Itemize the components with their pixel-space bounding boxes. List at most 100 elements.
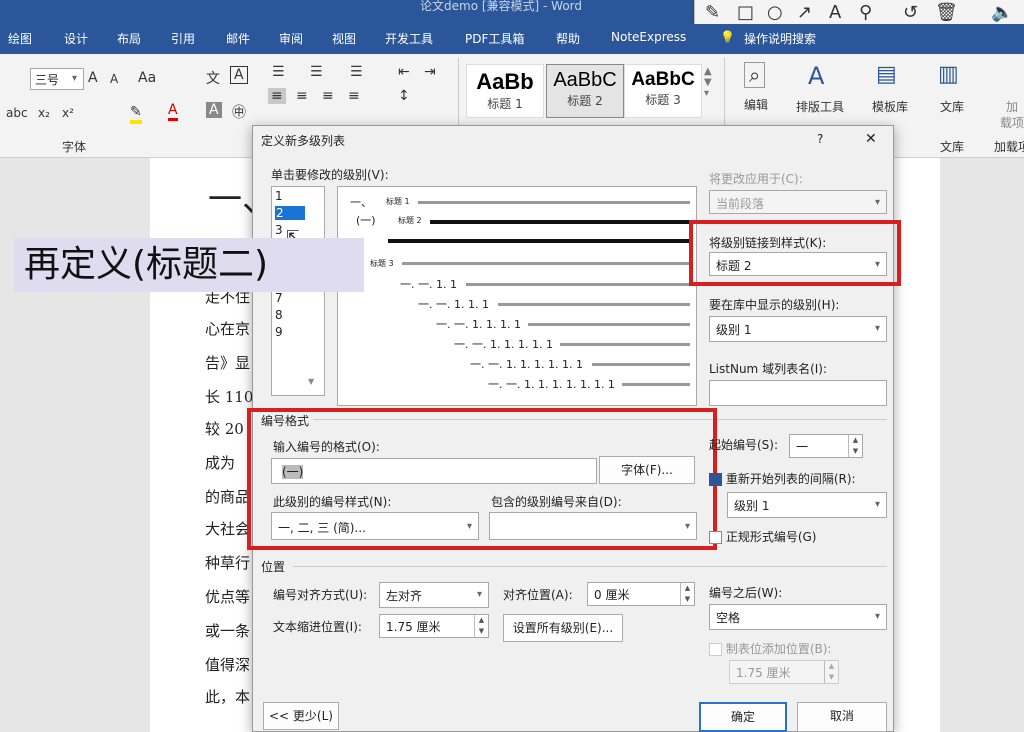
font-color-icon[interactable]: A bbox=[168, 102, 178, 121]
preview-row: 一. 一. 1. 1. 1. 1. 1 bbox=[454, 338, 553, 351]
strikethrough-icon[interactable]: abc bbox=[6, 106, 28, 120]
tab-references[interactable]: 引用 bbox=[171, 30, 195, 47]
search-icon[interactable]: ⌕ bbox=[744, 62, 766, 88]
align-center-icon[interactable]: ≡ bbox=[296, 88, 308, 104]
tab-design[interactable]: 设计 bbox=[64, 30, 88, 47]
align-at-spinner[interactable]: 0 厘米 ▲ ▼ bbox=[587, 582, 695, 606]
spinner-arrows-icon[interactable]: ▲ ▼ bbox=[680, 583, 694, 605]
restart-level-select[interactable]: 级别 1 ▾ bbox=[727, 492, 887, 518]
level-item[interactable]: 9 bbox=[275, 325, 283, 339]
level-item-selected[interactable]: 2 bbox=[275, 206, 305, 220]
tab-draw[interactable]: 绘图 bbox=[8, 30, 32, 47]
library-button[interactable]: 文库 bbox=[940, 98, 964, 115]
layout-tool-icon[interactable]: A bbox=[808, 62, 824, 90]
tab-layout[interactable]: 布局 bbox=[117, 30, 141, 47]
edit-button[interactable]: 编辑 bbox=[744, 96, 768, 113]
tab-review[interactable]: 审阅 bbox=[279, 30, 303, 47]
indent-spinner[interactable]: 1.75 厘米 ▲ ▼ bbox=[379, 614, 489, 638]
style-scroll-icon[interactable]: ▲ ▼ ▾ bbox=[704, 66, 712, 99]
superscript-icon[interactable]: x² bbox=[62, 106, 74, 120]
help-icon[interactable]: ? bbox=[817, 132, 823, 146]
undo-icon[interactable]: ↺ bbox=[903, 2, 918, 23]
listnum-field[interactable] bbox=[709, 380, 887, 406]
rectangle-icon[interactable]: □ bbox=[737, 2, 754, 23]
text-icon[interactable]: A bbox=[829, 2, 841, 23]
doc-line: 的商品 bbox=[205, 488, 251, 506]
doc-line: 心在京 bbox=[205, 320, 251, 338]
less-button[interactable]: << 更少(L) bbox=[263, 702, 339, 730]
grow-font-icon[interactable]: A bbox=[88, 70, 98, 86]
char-border-icon[interactable]: A bbox=[230, 66, 248, 84]
tab-developer[interactable]: 开发工具 bbox=[385, 30, 433, 47]
tab-noteexpress[interactable]: NoteExpress bbox=[611, 30, 686, 44]
template-button[interactable]: 模板库 bbox=[872, 98, 908, 115]
circle-icon[interactable]: ○ bbox=[767, 2, 783, 23]
numbering-icon[interactable]: ☰ bbox=[310, 64, 323, 80]
justify-icon[interactable]: ≡ bbox=[348, 88, 360, 104]
level-item[interactable]: 7 bbox=[275, 291, 283, 305]
tell-me-search[interactable]: 操作说明搜索 bbox=[744, 30, 816, 47]
enclose-char-icon[interactable]: ㊥ bbox=[232, 102, 246, 122]
apply-to-value: 当前段落 bbox=[716, 197, 765, 211]
tab-mailings[interactable]: 邮件 bbox=[226, 30, 250, 47]
trash-icon[interactable]: 🗑 bbox=[935, 2, 958, 23]
shrink-font-icon[interactable]: A bbox=[110, 72, 118, 86]
level-item[interactable]: 1 bbox=[275, 189, 283, 203]
char-shading-icon[interactable]: A bbox=[206, 102, 222, 118]
tab-view[interactable]: 视图 bbox=[332, 30, 356, 47]
ok-button[interactable]: 确定 bbox=[699, 702, 787, 732]
change-case-icon[interactable]: Aa bbox=[138, 70, 156, 86]
spinner-arrows-icon[interactable]: ▲ ▼ bbox=[824, 661, 838, 683]
legal-style-checkbox[interactable]: 正规形式编号(G) bbox=[709, 528, 817, 545]
bullets-icon[interactable]: ☰ bbox=[272, 64, 285, 80]
level-item[interactable]: 3 bbox=[275, 223, 283, 237]
align-right-icon[interactable]: ≡ bbox=[322, 88, 334, 104]
tab-help[interactable]: 帮助 bbox=[556, 30, 580, 47]
level-item[interactable]: 8 bbox=[275, 308, 283, 322]
phonetic-guide-icon[interactable]: 文 bbox=[206, 68, 220, 88]
style-preview: AaBbC bbox=[631, 69, 695, 90]
start-at-spinner[interactable]: 一 ▲ ▼ bbox=[789, 434, 863, 458]
increase-indent-icon[interactable]: ⇥ bbox=[424, 64, 436, 80]
template-icon[interactable]: ▤ bbox=[876, 62, 897, 87]
multilevel-list-icon[interactable]: ☰ bbox=[350, 64, 363, 80]
chevron-down-icon: ▾ bbox=[874, 611, 880, 622]
decrease-indent-icon[interactable]: ⇤ bbox=[398, 64, 410, 80]
font-size-select[interactable]: 三号 ▾ bbox=[30, 68, 84, 90]
follow-number-value: 空格 bbox=[716, 611, 741, 625]
preview-line bbox=[498, 303, 690, 306]
gallery-level-label: 要在库中显示的级别(H): bbox=[709, 298, 840, 312]
style-heading1[interactable]: AaBb 标题 1 bbox=[466, 64, 544, 118]
preview-line-selected bbox=[388, 239, 690, 243]
style-heading2[interactable]: AaBbC 标题 2 bbox=[546, 64, 624, 118]
follow-number-select[interactable]: 空格 ▾ bbox=[709, 604, 887, 630]
tab-stop-spinner[interactable]: 1.75 厘米 ▲ ▼ bbox=[729, 660, 839, 684]
line-spacing-icon[interactable]: ↕ bbox=[398, 88, 410, 104]
apply-to-select[interactable]: 当前段落 ▾ bbox=[709, 190, 887, 214]
restart-checkbox[interactable]: 重新开始列表的间隔(R): bbox=[709, 470, 856, 487]
set-all-levels-button[interactable]: 设置所有级别(E)... bbox=[503, 614, 623, 642]
tab-pdf[interactable]: PDF工具箱 bbox=[465, 30, 524, 47]
speaker-icon[interactable]: 🔈 bbox=[991, 2, 1013, 23]
layout-tool-button[interactable]: 排版工具 bbox=[796, 98, 844, 115]
gallery-level-select[interactable]: 级别 1 ▾ bbox=[709, 316, 887, 342]
style-heading3[interactable]: AaBbC 标题 3 bbox=[624, 64, 702, 118]
scroll-down-icon[interactable]: ▼ bbox=[308, 377, 314, 386]
tab-stop-checkbox[interactable]: 制表位添加位置(B): bbox=[709, 640, 831, 657]
preview-row: 一. 一. 1. 1 bbox=[400, 278, 457, 291]
spinner-arrows-icon[interactable]: ▲ ▼ bbox=[474, 615, 488, 637]
spinner-arrows-icon[interactable]: ▲ ▼ bbox=[848, 435, 862, 457]
cancel-button[interactable]: 取消 bbox=[797, 702, 887, 732]
subscript-icon[interactable]: x₂ bbox=[38, 106, 50, 120]
pen-icon[interactable]: ✎ bbox=[705, 2, 720, 23]
highlight-icon[interactable]: ✎ bbox=[130, 104, 142, 124]
library-icon[interactable]: ▥ bbox=[938, 62, 959, 87]
addin-button-line1[interactable]: 加 bbox=[1006, 98, 1018, 115]
window-title: 论文demo [兼容模式] - Word bbox=[420, 0, 583, 13]
arrow-icon[interactable]: ↗ bbox=[797, 2, 812, 23]
close-icon[interactable]: ✕ bbox=[865, 131, 877, 147]
addin-button-line2[interactable]: 载项 bbox=[1000, 114, 1024, 131]
highlighter-icon[interactable]: ⚲ bbox=[859, 2, 872, 23]
align-left-icon[interactable]: ≡ bbox=[268, 88, 286, 104]
align-select[interactable]: 左对齐 ▾ bbox=[379, 582, 489, 608]
